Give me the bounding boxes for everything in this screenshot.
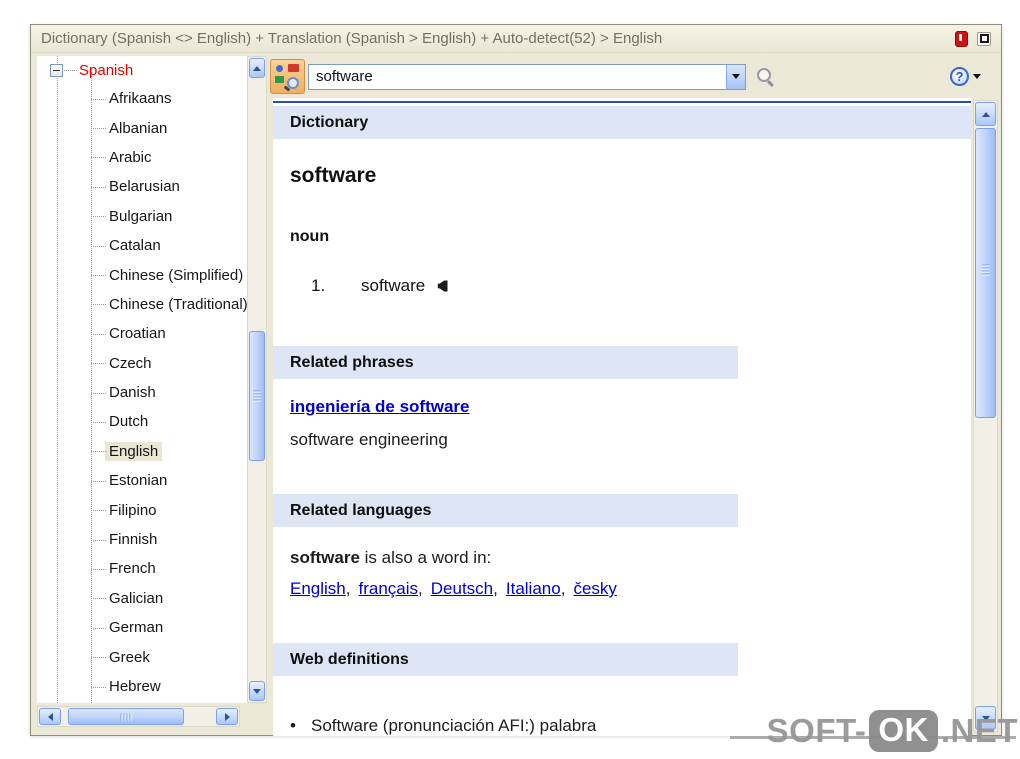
- help-menu[interactable]: ?: [950, 67, 981, 86]
- definition-text: software: [361, 276, 426, 295]
- tree-item-german[interactable]: German: [37, 613, 247, 642]
- titlebar: Dictionary (Spanish <> English) + Transl…: [31, 25, 1001, 53]
- dictionary-search-icon[interactable]: [270, 59, 305, 94]
- tree-item-english-selected[interactable]: English: [37, 437, 247, 466]
- tree-item-croatian[interactable]: Croatian: [37, 319, 247, 348]
- headword: software: [290, 164, 377, 187]
- titlebar-icons: [955, 30, 991, 47]
- help-icon[interactable]: ?: [950, 67, 969, 86]
- language-tree-panel: Spanish Afrikaans Albanian Arabic Belaru…: [37, 56, 247, 703]
- part-of-speech: noun: [290, 228, 330, 245]
- definition-item: 1. software: [311, 276, 449, 296]
- content-top-accent-line: [273, 101, 971, 103]
- chevron-up-icon: [253, 65, 261, 71]
- section-header-web-definitions: Web definitions: [273, 643, 738, 676]
- tree-item-belarusian[interactable]: Belarusian: [37, 172, 247, 201]
- dictionary-content: Dictionary software noun 1. software Rel…: [273, 98, 971, 736]
- tree-item-dutch[interactable]: Dutch: [37, 407, 247, 436]
- tree-horizontal-scrollbar[interactable]: [37, 706, 240, 727]
- section-header-related-phrases: Related phrases: [273, 346, 738, 379]
- watermark-badge: OK: [869, 710, 938, 752]
- scroll-up-button[interactable]: [249, 58, 265, 78]
- scroll-up-button[interactable]: [975, 102, 996, 126]
- chevron-right-icon: [224, 712, 230, 721]
- language-link-english[interactable]: English: [290, 579, 346, 598]
- tree-item-albanian[interactable]: Albanian: [37, 113, 247, 142]
- chevron-left-icon: [47, 712, 53, 721]
- chevron-down-icon: [253, 688, 261, 694]
- tree-root-label[interactable]: Spanish: [79, 62, 133, 79]
- scroll-left-button[interactable]: [39, 708, 61, 725]
- tree-item-french[interactable]: French: [37, 554, 247, 583]
- tree-item-filipino[interactable]: Filipino: [37, 495, 247, 524]
- search-box: [308, 63, 746, 90]
- pin-icon[interactable]: [955, 30, 968, 47]
- search-input[interactable]: [309, 64, 726, 89]
- scroll-right-button[interactable]: [216, 708, 238, 725]
- search-toolbar: ?: [269, 56, 997, 97]
- chevron-down-icon: [732, 74, 740, 79]
- definition-number: 1.: [311, 276, 326, 295]
- restore-icon[interactable]: [977, 31, 991, 46]
- related-languages-word: software: [290, 548, 360, 567]
- chevron-up-icon: [981, 111, 990, 117]
- watermark: SOFT- OK .NET: [767, 710, 1018, 752]
- language-link-francais[interactable]: français: [359, 579, 419, 598]
- tree-items: Afrikaans Albanian Arabic Belarusian Bul…: [37, 84, 247, 701]
- tree-item-catalan[interactable]: Catalan: [37, 231, 247, 260]
- tree-vertical-scrollbar[interactable]: [247, 56, 267, 703]
- tree-item-finnish[interactable]: Finnish: [37, 525, 247, 554]
- collapse-icon[interactable]: [50, 64, 63, 77]
- tree-item-danish[interactable]: Danish: [37, 378, 247, 407]
- web-definition-partial: • Software (pronunciación AFI:) palabra: [290, 716, 597, 735]
- content-scrollbar-thumb[interactable]: [975, 128, 996, 418]
- tree-item-czech[interactable]: Czech: [37, 349, 247, 378]
- language-link-cesky[interactable]: česky: [573, 579, 616, 598]
- related-languages-text: software is also a word in: English, fran…: [290, 548, 617, 598]
- tree-hscrollbar-thumb[interactable]: [68, 708, 184, 725]
- tree-item-greek[interactable]: Greek: [37, 642, 247, 671]
- tree-item-bulgarian[interactable]: Bulgarian: [37, 202, 247, 231]
- magnifier-icon[interactable]: [755, 66, 777, 88]
- section-header-related-languages: Related languages: [273, 494, 738, 527]
- language-link-deutsch[interactable]: Deutsch: [431, 579, 493, 598]
- tree-item-chinese-simplified[interactable]: Chinese (Simplified): [37, 260, 247, 289]
- tree-scrollbar-thumb[interactable]: [249, 331, 265, 461]
- tree-item-afrikaans[interactable]: Afrikaans: [37, 84, 247, 113]
- related-phrase-translation: software engineering: [290, 430, 448, 449]
- tree-item-arabic[interactable]: Arabic: [37, 143, 247, 172]
- content-vertical-scrollbar[interactable]: [973, 100, 998, 732]
- tree-item-hebrew[interactable]: Hebrew: [37, 672, 247, 701]
- window-title: Dictionary (Spanish <> English) + Transl…: [41, 30, 663, 47]
- tree-item-galician[interactable]: Galician: [37, 584, 247, 613]
- speaker-icon[interactable]: [434, 279, 449, 293]
- chevron-down-icon: [973, 74, 981, 79]
- search-dropdown-button[interactable]: [726, 64, 745, 89]
- scroll-down-button[interactable]: [249, 681, 265, 701]
- section-header-dictionary: Dictionary: [273, 106, 971, 139]
- restore-inner-square: [979, 34, 989, 43]
- language-link-italiano[interactable]: Italiano: [506, 579, 561, 598]
- related-phrase-link[interactable]: ingeniería de software: [290, 397, 470, 417]
- tree-item-chinese-traditional[interactable]: Chinese (Traditional): [37, 290, 247, 319]
- app-window: Dictionary (Spanish <> English) + Transl…: [30, 24, 1002, 736]
- tree-root-spanish[interactable]: Spanish: [37, 57, 247, 84]
- tree-item-estonian[interactable]: Estonian: [37, 466, 247, 495]
